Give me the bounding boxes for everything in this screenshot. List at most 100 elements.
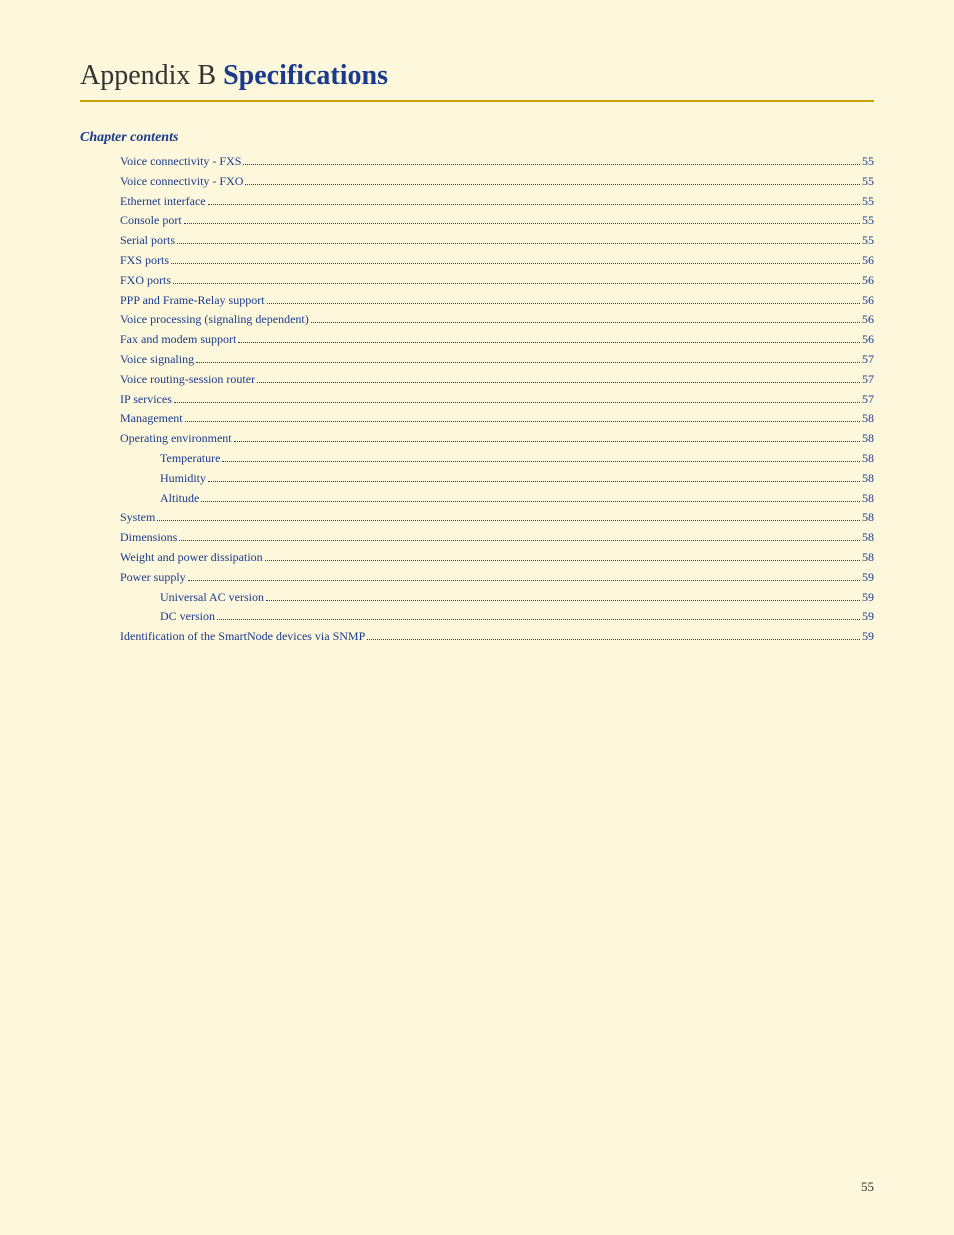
toc-dots <box>265 560 860 561</box>
toc-label: Voice connectivity - FXO <box>120 172 243 192</box>
toc-item: FXS ports 56 <box>80 251 874 271</box>
toc-dots <box>177 243 860 244</box>
toc-label: Operating environment <box>120 429 232 449</box>
header-section: Appendix B Specifications <box>80 60 874 102</box>
toc-label: DC version <box>160 607 215 627</box>
toc-page: 55 <box>862 172 874 192</box>
page: Appendix B Specifications Chapter conten… <box>0 0 954 1235</box>
toc-dots <box>185 421 860 422</box>
toc-item: Weight and power dissipation 58 <box>80 548 874 568</box>
toc-page: 56 <box>862 291 874 311</box>
toc-page: 58 <box>862 449 874 469</box>
toc-list: Voice connectivity - FXS55Voice connecti… <box>80 152 874 647</box>
toc-page: 59 <box>862 568 874 588</box>
appendix-specs-title: Specifications <box>223 60 388 91</box>
toc-page: 59 <box>862 627 874 647</box>
chapter-contents-heading: Chapter contents <box>80 130 874 146</box>
toc-dots <box>245 184 860 185</box>
toc-dots <box>184 223 860 224</box>
toc-page: 58 <box>862 508 874 528</box>
toc-label: Power supply <box>120 568 186 588</box>
toc-item: Operating environment 58 <box>80 429 874 449</box>
toc-item: Voice processing (signaling dependent) 56 <box>80 310 874 330</box>
toc-item: System 58 <box>80 508 874 528</box>
toc-item: PPP and Frame-Relay support 56 <box>80 291 874 311</box>
page-number: 55 <box>861 1179 874 1195</box>
appendix-title: Appendix B Specifications <box>80 60 874 92</box>
toc-label: Universal AC version <box>160 588 264 608</box>
toc-dots <box>267 303 860 304</box>
toc-label: Ethernet interface <box>120 192 206 212</box>
toc-page: 56 <box>862 310 874 330</box>
toc-dots <box>217 619 860 620</box>
toc-label: Identification of the SmartNode devices … <box>120 627 365 647</box>
toc-item: Power supply 59 <box>80 568 874 588</box>
toc-label: Temperature <box>160 449 220 469</box>
toc-label: PPP and Frame-Relay support <box>120 291 265 311</box>
toc-label: IP services <box>120 390 172 410</box>
toc-page: 58 <box>862 548 874 568</box>
toc-page: 55 <box>862 152 874 172</box>
appendix-prefix: Appendix B <box>80 60 223 91</box>
toc-item: Voice connectivity - FXS 55 <box>80 152 874 172</box>
toc-dots <box>201 501 860 502</box>
toc-label: Voice processing (signaling dependent) <box>120 310 309 330</box>
toc-page: 55 <box>862 211 874 231</box>
toc-label: Management <box>120 409 183 429</box>
toc-item: FXO ports 56 <box>80 271 874 291</box>
toc-label: Serial ports <box>120 231 175 251</box>
toc-dots <box>179 540 860 541</box>
toc-item: Voice signaling57 <box>80 350 874 370</box>
toc-label: Voice routing-session router <box>120 370 255 390</box>
toc-dots <box>257 382 860 383</box>
toc-label: Weight and power dissipation <box>120 548 263 568</box>
toc-item: DC version 59 <box>80 607 874 627</box>
toc-item: Identification of the SmartNode devices … <box>80 627 874 647</box>
toc-item: IP services 57 <box>80 390 874 410</box>
toc-page: 58 <box>862 528 874 548</box>
toc-page: 58 <box>862 409 874 429</box>
toc-label: FXO ports <box>120 271 171 291</box>
toc-page: 56 <box>862 330 874 350</box>
toc-item: Serial ports55 <box>80 231 874 251</box>
toc-page: 56 <box>862 251 874 271</box>
chapter-contents-section: Chapter contents Voice connectivity - FX… <box>80 130 874 647</box>
toc-dots <box>174 402 860 403</box>
toc-page: 59 <box>862 607 874 627</box>
toc-dots <box>311 322 860 323</box>
toc-dots <box>222 461 860 462</box>
toc-item: Humidity 58 <box>80 469 874 489</box>
toc-label: Console port <box>120 211 182 231</box>
toc-page: 57 <box>862 350 874 370</box>
toc-item: Universal AC version59 <box>80 588 874 608</box>
toc-dots <box>238 342 860 343</box>
toc-label: Fax and modem support <box>120 330 236 350</box>
toc-item: Management 58 <box>80 409 874 429</box>
toc-page: 55 <box>862 192 874 212</box>
toc-page: 58 <box>862 469 874 489</box>
toc-dots <box>196 362 860 363</box>
toc-dots <box>234 441 860 442</box>
toc-dots <box>208 204 860 205</box>
toc-dots <box>367 639 860 640</box>
toc-page: 57 <box>862 370 874 390</box>
toc-dots <box>266 600 860 601</box>
toc-item: Dimensions58 <box>80 528 874 548</box>
toc-page: 56 <box>862 271 874 291</box>
toc-label: Altitude <box>160 489 199 509</box>
toc-label: Humidity <box>160 469 206 489</box>
toc-page: 58 <box>862 429 874 449</box>
toc-dots <box>243 164 860 165</box>
toc-item: Fax and modem support 56 <box>80 330 874 350</box>
toc-label: Voice connectivity - FXS <box>120 152 241 172</box>
toc-dots <box>208 481 860 482</box>
toc-item: Altitude58 <box>80 489 874 509</box>
toc-item: Ethernet interface 55 <box>80 192 874 212</box>
toc-item: Temperature 58 <box>80 449 874 469</box>
toc-label: System <box>120 508 155 528</box>
toc-label: FXS ports <box>120 251 169 271</box>
toc-page: 57 <box>862 390 874 410</box>
toc-dots <box>171 263 860 264</box>
toc-dots <box>188 580 860 581</box>
toc-dots <box>173 283 860 284</box>
